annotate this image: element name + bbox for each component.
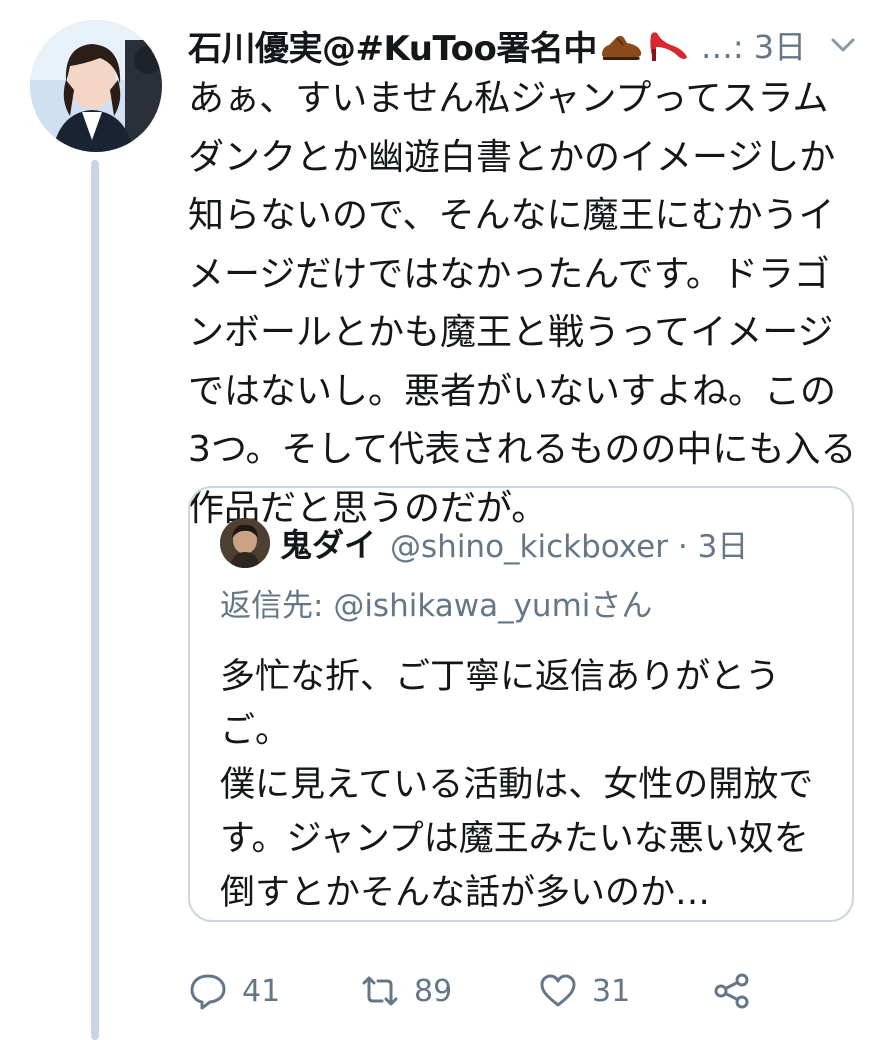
share-icon — [712, 971, 752, 1011]
avatar[interactable] — [30, 20, 162, 152]
retweet-count: 89 — [414, 973, 453, 1009]
quoted-display-name: 鬼ダイ — [280, 526, 377, 564]
reply-mention: @ishikawa_yumi — [333, 588, 591, 624]
quoted-header: 鬼ダイ @shino_kickboxer · 3日 — [280, 516, 748, 570]
quoted-tweet-card[interactable]: 鬼ダイ @shino_kickboxer · 3日 返信先: @ishikawa… — [188, 486, 854, 922]
mans-shoe-icon — [599, 25, 643, 65]
retweet-icon — [360, 971, 400, 1011]
display-name[interactable]: 石川優実@#KuToo署名中 — [188, 21, 597, 70]
quoted-avatar — [220, 518, 270, 568]
reply-to-line: 返信先: @ishikawa_yumiさん — [220, 580, 652, 625]
tweet-timestamp[interactable]: …: 3日 — [701, 22, 806, 68]
share-button[interactable] — [712, 966, 752, 1016]
heart-icon — [538, 971, 578, 1011]
quoted-handle: @shino_kickboxer · 3日 — [390, 528, 749, 565]
action-bar: 41 89 31 — [188, 966, 788, 1016]
like-button[interactable]: 31 — [538, 966, 630, 1016]
like-count: 31 — [592, 973, 631, 1009]
reply-icon — [188, 971, 228, 1011]
retweet-button[interactable]: 89 — [360, 966, 452, 1016]
chevron-down-icon[interactable] — [826, 28, 860, 62]
thread-line — [91, 160, 99, 1040]
high-heel-icon — [645, 25, 689, 65]
profile-photo — [30, 20, 162, 152]
reply-prefix: 返信先: — [220, 588, 334, 624]
reply-suffix: さん — [590, 588, 653, 624]
reply-button[interactable]: 41 — [188, 966, 280, 1016]
reply-count: 41 — [242, 973, 281, 1009]
tweet-text: あぁ、すいません私ジャンプってスラムダンクとか幽遊白書とかのイメージしか知らない… — [188, 78, 857, 529]
tweet-header: 石川優実@#KuToo署名中 …: 3日 — [188, 18, 868, 72]
quoted-text: 多忙な折、ご丁寧に返信ありがとうご。 僕に見えている活動は、女性の開放です。ジャ… — [220, 657, 814, 913]
